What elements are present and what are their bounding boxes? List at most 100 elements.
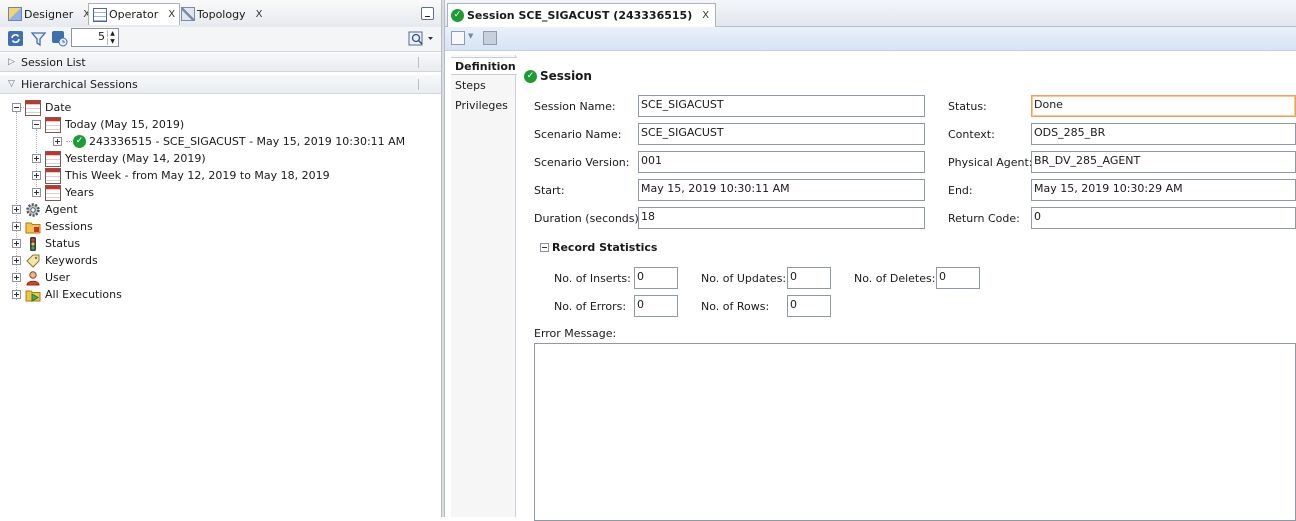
tab-privileges[interactable]: Privileges (455, 97, 508, 115)
tree-node-all-executions[interactable]: All Executions (12, 286, 122, 303)
refresh-interval-spinner[interactable]: 5 ▲ ▼ (71, 28, 119, 47)
tree-node-user[interactable]: User (12, 269, 70, 286)
tab-session-label: Session SCE_SIGACUST (243336515) (467, 9, 693, 22)
expand-toggle-icon[interactable] (32, 171, 41, 180)
refresh-interval-value: 5 (98, 30, 105, 43)
tree-node-sessions[interactable]: Sessions (12, 218, 93, 235)
expand-toggle-icon[interactable] (53, 137, 62, 146)
tab-definition[interactable]: Definition (451, 57, 517, 75)
executions-folder-icon (25, 290, 41, 302)
session-name-label: Session Name: (534, 100, 616, 113)
session-list-header[interactable]: ▷ Session List (0, 52, 441, 72)
return-code-label: Return Code: (948, 212, 1020, 225)
physical-agent-label: Physical Agent: (948, 156, 1033, 169)
tree-node-today[interactable]: Today (May 15, 2019) (32, 116, 184, 133)
session-definition-form: ✓ Session Session Name: SCE_SIGACUST Sce… (522, 55, 1296, 521)
calendar-icon (45, 184, 61, 201)
collapse-arrow-icon: ▽ (8, 79, 15, 89)
tree-node-this-week[interactable]: This Week - from May 12, 2019 to May 18,… (32, 167, 330, 184)
spin-down-icon[interactable]: ▼ (107, 38, 117, 45)
tree-node-session[interactable]: ✓ 243336515 - SCE_SIGACUST - May 15, 201… (53, 133, 405, 150)
tab-designer[interactable]: Designer X (4, 3, 94, 25)
expand-toggle-icon[interactable] (12, 205, 21, 214)
session-section-title: ✓ Session (524, 69, 592, 83)
duration-label: Duration (seconds): (534, 212, 643, 225)
resize-grip[interactable] (418, 57, 419, 68)
expand-toggle-icon[interactable] (32, 188, 41, 197)
dropdown-arrow-icon[interactable]: ▼ (468, 32, 473, 40)
collapse-toggle-icon[interactable] (12, 103, 21, 112)
tree-node-label: Today (May 15, 2019) (65, 118, 185, 131)
auto-refresh-icon[interactable] (51, 30, 68, 47)
collapse-toggle-icon[interactable] (540, 243, 549, 252)
return-code-field[interactable]: 0 (1031, 207, 1296, 229)
search-options-icon[interactable] (408, 30, 435, 47)
scenario-name-label: Scenario Name: (534, 128, 622, 141)
editor-panel: ✓ Session SCE_SIGACUST (243336515) X ▼ D… (445, 0, 1296, 521)
navigator-toolbar: 5 ▲ ▼ (0, 27, 441, 52)
scenario-version-field[interactable]: 001 (638, 151, 925, 173)
expand-toggle-icon[interactable] (12, 273, 21, 282)
tab-operator[interactable]: Operator X (88, 3, 181, 25)
expand-toggle-icon[interactable] (12, 239, 21, 248)
session-tree: Date Today (May 15, 2019) ✓ 243336515 - … (0, 95, 441, 517)
physical-agent-field[interactable]: BR_DV_285_AGENT (1031, 151, 1296, 173)
tab-steps[interactable]: Steps (455, 77, 486, 95)
expand-toggle-icon[interactable] (12, 256, 21, 265)
start-field[interactable]: May 15, 2019 10:30:11 AM (638, 179, 925, 201)
close-icon[interactable]: X (702, 10, 709, 21)
resize-grip[interactable] (418, 79, 419, 90)
expand-toggle-icon[interactable] (12, 222, 21, 231)
minimize-button[interactable] (421, 7, 434, 20)
tab-operator-label: Operator (109, 8, 159, 21)
tree-node-keywords[interactable]: Keywords (12, 252, 98, 269)
updates-field[interactable]: 0 (787, 267, 831, 289)
editor-tab-strip: ✓ Session SCE_SIGACUST (243336515) X (445, 0, 1296, 27)
tree-node-date[interactable]: Date (12, 99, 71, 116)
tree-node-agent[interactable]: Agent (12, 201, 78, 218)
success-check-icon: ✓ (73, 135, 86, 148)
expand-arrow-icon: ▷ (8, 57, 15, 67)
inserts-field[interactable]: 0 (634, 267, 678, 289)
close-icon[interactable]: X (168, 9, 175, 20)
tab-topology[interactable]: Topology X (177, 3, 266, 25)
filter-icon[interactable] (30, 30, 47, 47)
end-field[interactable]: May 15, 2019 10:30:29 AM (1031, 179, 1296, 201)
success-check-icon: ✓ (524, 69, 537, 83)
stop-button[interactable] (451, 31, 465, 45)
scenario-version-label: Scenario Version: (534, 156, 630, 169)
expand-toggle-icon[interactable] (12, 290, 21, 299)
refresh-icon[interactable] (7, 30, 24, 47)
tab-topology-label: Topology (197, 7, 246, 21)
scenario-name-field[interactable]: SCE_SIGACUST (638, 123, 925, 145)
status-field[interactable]: Done (1031, 95, 1296, 117)
hierarchical-sessions-header[interactable]: ▽ Hierarchical Sessions (0, 74, 441, 94)
tab-session-editor[interactable]: ✓ Session SCE_SIGACUST (243336515) X (447, 3, 717, 27)
calendar-icon (45, 150, 61, 167)
duration-field[interactable]: 18 (638, 207, 925, 229)
deletes-field[interactable]: 0 (936, 267, 980, 289)
tree-node-yesterday[interactable]: Yesterday (May 14, 2019) (32, 150, 206, 167)
restart-button[interactable] (483, 31, 497, 45)
expand-toggle-icon[interactable] (32, 154, 41, 163)
record-statistics-title: Record Statistics (552, 241, 658, 254)
error-message-textarea[interactable] (534, 343, 1296, 521)
rows-field[interactable]: 0 (787, 295, 831, 317)
tree-node-label: Status (45, 237, 81, 250)
status-label: Status: (948, 100, 987, 113)
tree-node-years[interactable]: Years (32, 184, 94, 201)
topology-icon (181, 7, 195, 21)
tree-node-label: Years (65, 186, 95, 199)
session-list-label: Session List (21, 56, 86, 69)
editor-toolbar: ▼ (445, 27, 1296, 51)
session-name-field[interactable]: SCE_SIGACUST (638, 95, 925, 117)
context-field[interactable]: ODS_285_BR (1031, 123, 1296, 145)
close-icon[interactable]: X (256, 9, 263, 20)
errors-field[interactable]: 0 (634, 295, 678, 317)
collapse-toggle-icon[interactable] (32, 120, 41, 129)
record-statistics-header[interactable]: Record Statistics (540, 241, 657, 254)
tree-connector (66, 141, 72, 142)
tree-node-label: Yesterday (May 14, 2019) (65, 152, 206, 165)
tree-node-status[interactable]: Status (12, 235, 80, 252)
spin-up-icon[interactable]: ▲ (107, 30, 117, 37)
